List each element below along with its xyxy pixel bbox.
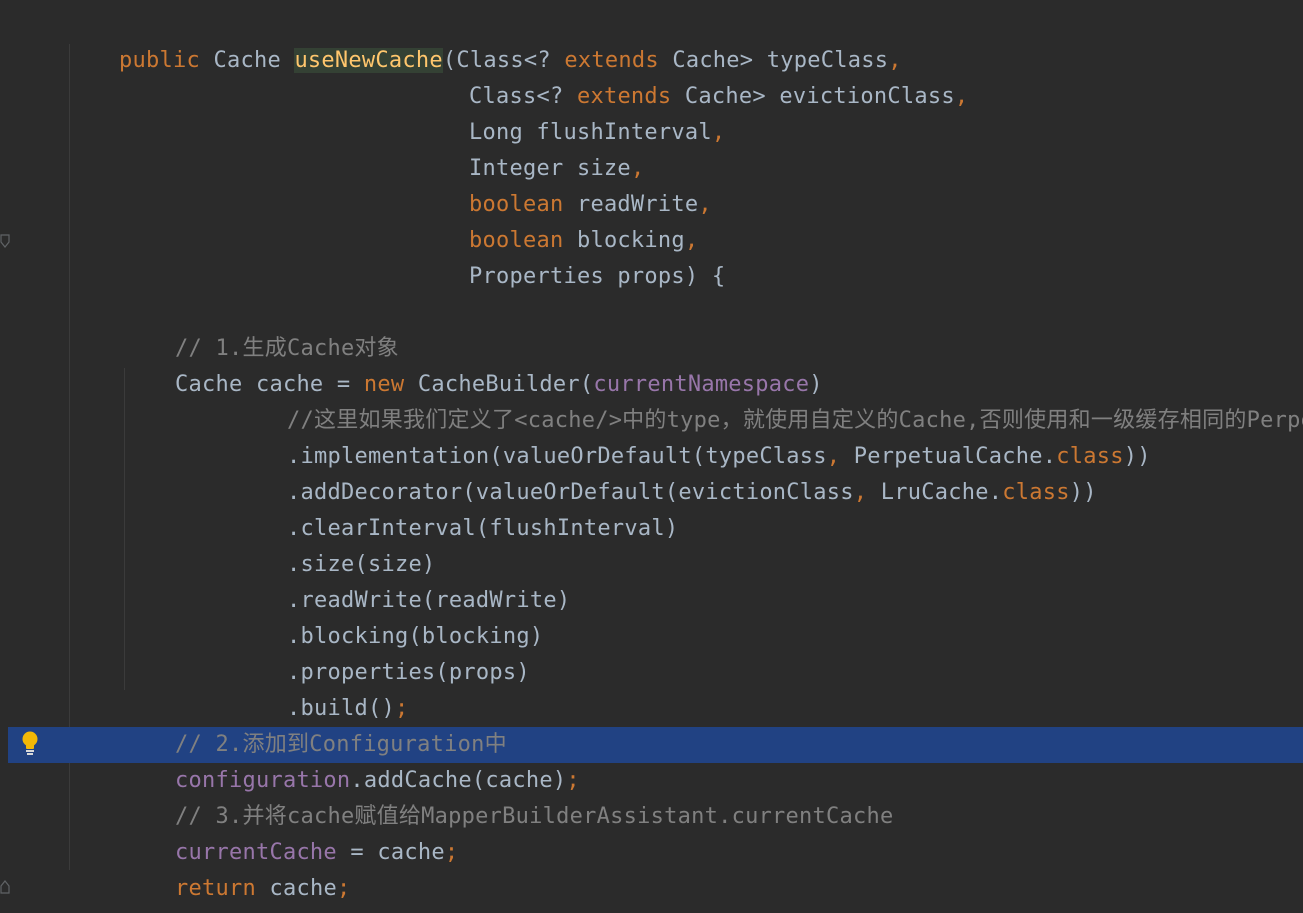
- code-line[interactable]: Properties props) {: [415, 223, 725, 289]
- code-comment[interactable]: // 2.添加到Configuration中: [121, 691, 507, 757]
- keyword-token: public: [118, 48, 200, 73]
- code-line[interactable]: .implementation(valueOrDefault(typeClass…: [233, 403, 1151, 469]
- code-line[interactable]: Integer size,: [415, 115, 644, 181]
- code-line[interactable]: boolean readWrite,: [415, 151, 712, 217]
- punctuation-token: ,: [698, 192, 712, 217]
- code-comment[interactable]: // 3.并将cache赋值给MapperBuilderAssistant.cu…: [121, 763, 894, 829]
- punctuation-token: ;: [336, 876, 351, 901]
- code-token: LruCache.: [867, 480, 1003, 505]
- code-comment[interactable]: //这里如果我们定义了<cache/>中的type，就使用自定义的Cache,否…: [233, 367, 1303, 433]
- code-line[interactable]: .clearInterval(flushInterval): [233, 475, 678, 541]
- punctuation-token: ,: [954, 84, 969, 109]
- fold-marker-icon[interactable]: [0, 234, 10, 248]
- code-line[interactable]: public Cache useNewCache(Class<? extends…: [65, 7, 902, 73]
- code-line[interactable]: Class<? extends Cache> evictionClass,: [415, 43, 968, 109]
- code-token: Properties props) {: [468, 264, 726, 289]
- code-line[interactable]: .blocking(blocking): [233, 583, 543, 649]
- code-token: )): [1123, 444, 1151, 469]
- punctuation-token: ,: [853, 480, 868, 505]
- code-line[interactable]: Cache cache = new CacheBuilder(currentNa…: [121, 331, 823, 397]
- code-line[interactable]: Long flushInterval,: [415, 79, 725, 145]
- punctuation-token: ;: [444, 840, 459, 865]
- code-line[interactable]: .addDecorator(valueOrDefault(evictionCla…: [233, 439, 1097, 505]
- code-line[interactable]: .properties(props): [233, 619, 530, 685]
- keyword-token: class: [1002, 480, 1070, 505]
- code-line[interactable]: .build();: [233, 655, 408, 721]
- code-token: Cache: [199, 48, 295, 73]
- code-line[interactable]: .readWrite(readWrite): [233, 547, 570, 613]
- punctuation-token: ,: [711, 120, 726, 145]
- code-line[interactable]: return cache;: [121, 835, 350, 901]
- code-comment[interactable]: // 1.生成Cache对象: [121, 295, 399, 361]
- fold-end-marker-icon[interactable]: [0, 880, 10, 894]
- code-editor[interactable]: public Cache useNewCache(Class<? extends…: [0, 0, 1303, 913]
- code-line[interactable]: .size(size): [233, 511, 435, 577]
- keyword-token: return: [174, 876, 256, 901]
- code-line-current[interactable]: configuration.addCache(cache);: [121, 727, 580, 793]
- code-token: = cache: [336, 840, 445, 865]
- editor-gutter[interactable]: [0, 0, 56, 913]
- code-line[interactable]: boolean blocking,: [415, 187, 698, 253]
- code-token: )): [1069, 480, 1097, 505]
- code-line[interactable]: }: [65, 871, 132, 913]
- code-line[interactable]: currentCache = cache;: [121, 799, 458, 865]
- lightbulb-icon[interactable]: [20, 731, 40, 757]
- code-token: cache: [255, 876, 337, 901]
